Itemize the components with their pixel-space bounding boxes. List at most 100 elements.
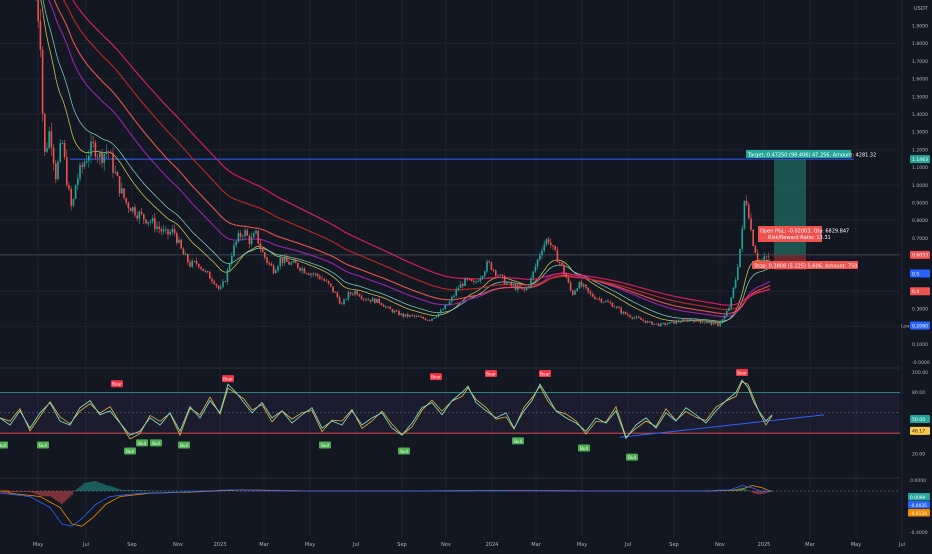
candle-body — [238, 233, 240, 241]
chart-background — [0, 0, 932, 550]
candle-body — [667, 324, 669, 325]
bull-signal: Bull — [124, 448, 136, 455]
macd-bar — [757, 491, 758, 494]
candle-body — [647, 321, 649, 322]
candle-body — [167, 229, 169, 234]
candle-body — [713, 322, 715, 324]
candle-body — [381, 303, 383, 305]
candle-body — [70, 189, 72, 206]
candle-body — [634, 318, 636, 319]
candle-body — [75, 185, 77, 199]
signal-label-text: Bull — [180, 443, 188, 448]
candle-body — [194, 261, 196, 262]
candle-body — [44, 114, 46, 152]
candle-body — [524, 289, 526, 290]
signal-label-text: Bull — [580, 446, 588, 451]
candle-body — [543, 245, 545, 251]
candle-body — [139, 212, 141, 219]
price-tick-label: 0.9000 — [912, 201, 928, 207]
candle-body — [458, 288, 460, 289]
candle-body — [510, 282, 512, 286]
candle-body — [317, 274, 319, 276]
candle-body — [348, 292, 350, 299]
candle-body — [640, 318, 642, 320]
candle-body — [625, 312, 627, 314]
candle-body — [689, 319, 691, 321]
candle-body — [607, 301, 609, 302]
candle-body — [213, 281, 215, 284]
macd-bar — [111, 486, 112, 491]
candle-body — [389, 307, 391, 309]
candle-body — [161, 229, 163, 231]
bull-signal: Bull — [319, 441, 331, 448]
candle-body — [748, 205, 750, 219]
macd-bar — [127, 490, 128, 491]
macd-bar — [753, 491, 754, 493]
candle-body — [521, 288, 523, 289]
candle-body — [271, 264, 273, 266]
candle-body — [680, 322, 682, 323]
candle-body — [356, 291, 358, 294]
macd-bar — [39, 491, 40, 496]
candle-body — [636, 317, 638, 318]
macd-bar — [41, 491, 42, 496]
candle-body — [682, 319, 684, 322]
price-tick-label: 1.2000 — [912, 147, 928, 153]
candle-body — [260, 244, 262, 249]
risk-reward-text: Risk/Reward Ratio: 13.31 — [768, 235, 831, 241]
rsi-tick-label: 80.00 — [912, 390, 925, 396]
candle-body — [469, 279, 471, 280]
candle-body — [374, 298, 376, 303]
candle-body — [693, 320, 695, 322]
trading-chart[interactable]: Target: 0.47250 (98.406) 47.256, Amount:… — [0, 0, 932, 550]
macd-bar — [745, 489, 746, 491]
macd-bar — [37, 491, 38, 495]
candle-body — [174, 229, 176, 233]
time-tick-label: Nov — [715, 542, 725, 548]
time-tick-label: Nov — [173, 542, 183, 548]
candle-body — [616, 307, 618, 308]
chart-canvas[interactable]: Target: 0.47250 (98.406) 47.256, Amount:… — [0, 0, 932, 550]
macd-bar — [751, 491, 752, 492]
signal-label-text: Bull — [39, 443, 47, 448]
candle-body — [572, 290, 574, 294]
candle-body — [515, 285, 517, 290]
candle-body — [768, 257, 770, 258]
bear-signal: Bear — [485, 370, 497, 377]
time-tick-label: Sep — [397, 542, 406, 548]
candle-body — [583, 285, 585, 287]
stop-label-text: Stop: 0.3808 (5.225) 5,606, Amount: 750 — [754, 264, 858, 270]
macd-bar — [109, 486, 110, 491]
candle-body — [42, 50, 44, 114]
candle-body — [73, 199, 75, 206]
rsi-badge: 46.17 — [910, 427, 930, 435]
candle-body — [746, 201, 748, 205]
candle-body — [715, 322, 717, 323]
candle-body — [638, 317, 640, 318]
candle-body — [684, 319, 686, 320]
candle-body — [416, 316, 418, 317]
candle-body — [97, 157, 99, 158]
candle-body — [491, 262, 493, 270]
candle-body — [310, 274, 312, 275]
candle-body — [106, 152, 108, 154]
price-tick-label: 1.7000 — [912, 59, 928, 65]
candle-body — [658, 324, 660, 326]
candle-body — [202, 269, 204, 271]
macd-bar — [75, 490, 76, 491]
candle-body — [766, 257, 768, 258]
price-badge-text: 0.6053 — [912, 253, 928, 259]
macd-bar — [17, 491, 18, 492]
candle-body — [642, 320, 644, 321]
candle-body — [218, 286, 220, 289]
candle-body — [59, 143, 61, 161]
price-tick-label: 1.3000 — [912, 130, 928, 136]
candle-body — [427, 320, 429, 321]
candle-body — [136, 215, 138, 218]
candle-body — [191, 261, 193, 267]
candle-body — [451, 297, 453, 301]
candle-body — [304, 269, 306, 274]
macd-bar — [139, 490, 140, 491]
macd-bar — [31, 491, 32, 493]
candle-body — [477, 281, 479, 282]
